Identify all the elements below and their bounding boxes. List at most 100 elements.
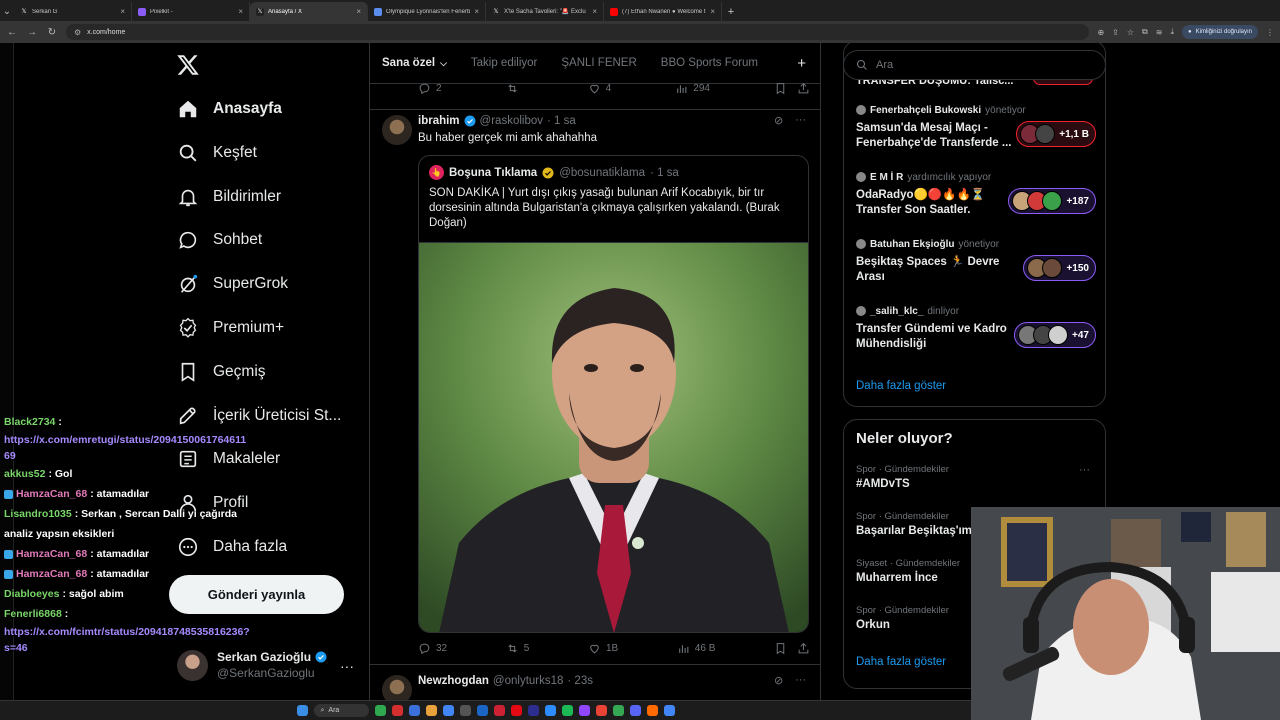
forward-icon[interactable]: → [26,27,38,38]
quote-photo[interactable] [419,242,808,632]
site-info-icon[interactable]: ⚙ [74,28,81,37]
bookmark-icon[interactable] [774,82,787,95]
chat-link[interactable]: https://x.com/emretugi/status/2094150061… [4,432,250,464]
close-tab-icon[interactable]: × [592,7,597,16]
back-icon[interactable]: ← [6,27,18,38]
close-tab-icon[interactable]: × [356,7,361,16]
close-tab-icon[interactable]: × [474,7,479,16]
app-icon[interactable] [612,705,624,716]
more-icon[interactable]: ··· [1079,464,1090,476]
bookmark-icon[interactable] [774,642,787,655]
space-card[interactable]: Fenerbahçeli Bukowski yönetiyor Samsun'da … [856,103,1096,163]
chat-link[interactable]: https://x.com/fcimtr/status/209418748535… [4,624,250,656]
taskbar-search[interactable]: ⌕ Ara [313,704,369,717]
tweet-author-name[interactable]: Newzhogdan [418,675,489,687]
grok-icon[interactable]: ⊘ [774,114,783,127]
nav-item-grok[interactable]: SuperGrok [170,264,370,304]
nav-item-home[interactable]: Anasayfa [170,89,370,129]
media-icon[interactable]: ≋ [1156,28,1163,37]
app-icon[interactable] [425,705,437,716]
start-icon[interactable] [296,705,308,716]
more-icon[interactable]: ··· [340,658,354,674]
space-card[interactable]: Batuhan Ekşioğlu yönetiyor Beşiktaş Spaces… [856,237,1096,297]
nav-item-bell[interactable]: Bildirimler [170,177,370,217]
tweet-time[interactable]: · 1 sa [547,115,576,127]
grok-icon[interactable]: ⊘ [774,674,783,687]
app-icon[interactable] [408,705,420,716]
repost-button[interactable] [506,82,524,95]
nav-item-chat[interactable]: Sohbet [170,220,370,260]
browser-tab[interactable]: 𝕏 X'te Sacha Tavolieri: "🚨 Exclu × [486,2,604,21]
app-icon[interactable] [578,705,590,716]
nav-item-premium[interactable]: Premium+ [170,308,370,348]
tab-sanli-fener[interactable]: ŞANLI FENER [561,57,636,69]
x-logo-icon[interactable] [176,53,200,77]
trend-item[interactable]: Spor · Gündemdekiler #AMDvTS ··· [856,464,1096,504]
quoted-tweet[interactable]: 👆 Boşuna Tıklama @bosunatiklama · 1 sa S… [418,155,809,633]
discord-icon[interactable] [629,705,641,716]
app-icon[interactable] [459,705,471,716]
space-card[interactable]: _salih_klc_ dinliyor Transfer Gündemi ve K… [856,304,1096,364]
tweet-author-handle[interactable]: @raskolibov [480,115,543,127]
more-icon[interactable]: ··· [795,114,806,127]
app-icon[interactable] [374,705,386,716]
app-icon[interactable] [476,705,488,716]
add-tab-icon[interactable]: + [797,55,806,72]
like-button[interactable]: 4 [588,82,611,95]
trends-show-more-link[interactable]: Daha fazla göster [856,656,946,668]
app-icon[interactable] [493,705,505,716]
listeners-pill[interactable]: +1,1 B [1016,121,1096,147]
share-icon[interactable] [797,82,810,95]
app-icon[interactable] [391,705,403,716]
tweet-author-avatar[interactable] [382,115,412,145]
extensions-icon[interactable]: ⧉ [1142,27,1148,37]
tweet-author-name[interactable]: ibrahim [418,115,460,127]
zoom-app-icon[interactable] [544,705,556,716]
tab-for-you[interactable]: Sana özel ⌵ [382,57,447,69]
download-icon[interactable]: ⤓ [1170,27,1174,37]
menu-icon[interactable]: ⋮ [1266,28,1274,37]
search-box[interactable]: Ara [843,50,1106,80]
new-tab-icon[interactable]: + [722,2,740,21]
close-tab-icon[interactable]: × [238,7,243,16]
chrome-icon[interactable] [442,705,454,716]
app-icon[interactable] [663,705,675,716]
nav-item-bookmark[interactable]: Geçmiş [170,352,370,392]
reload-icon[interactable]: ↻ [46,27,58,38]
nav-item-search[interactable]: Keşfet [170,133,370,173]
browser-tab[interactable]: Pixelkit - × [132,2,250,21]
zoom-icon[interactable]: ⊕ [1097,28,1104,37]
tab-bbo-sports-forum[interactable]: BBO Sports Forum [661,57,758,69]
tab-search-icon[interactable]: ⌄ [0,2,14,21]
browser-tab[interactable]: 𝕏 Anasayfa / X × [250,2,368,21]
listeners-pill[interactable]: +187 [1008,188,1096,214]
close-tab-icon[interactable]: × [120,7,125,16]
app-icon[interactable] [527,705,539,716]
address-bar[interactable]: ⚙ x.com/home [66,24,1090,40]
like-button[interactable]: 1B [588,642,618,655]
spaces-show-more-link[interactable]: Daha fazla göster [856,380,946,392]
verify-identity-button[interactable]: ● Kimliğinizi doğrulayın [1182,25,1258,39]
more-icon[interactable]: ··· [795,674,806,687]
space-card[interactable]: E M İ Ryardımcılık yapıyor OdaRadyo🟡🔴🔥🔥⏳ … [856,170,1096,230]
app-icon[interactable] [595,705,607,716]
app-icon[interactable] [646,705,658,716]
reply-button[interactable]: 32 [418,642,447,655]
reply-button[interactable]: 2 [418,82,442,95]
share-icon[interactable] [797,642,810,655]
close-tab-icon[interactable]: × [710,7,715,16]
tweet-time[interactable]: · 23s [567,675,593,687]
tab-following[interactable]: Takip ediliyor [471,57,537,69]
browser-tab[interactable]: 𝕏 Serkan G × [14,2,132,21]
listeners-pill[interactable]: +150 [1023,255,1096,281]
tweet-author-handle[interactable]: @onlyturks18 [493,675,563,687]
views-button[interactable]: 46 B [677,642,715,655]
star-icon[interactable]: ☆ [1127,28,1134,37]
repost-button[interactable]: 5 [506,642,529,655]
listeners-pill[interactable]: +47 [1014,322,1096,348]
app-icon[interactable] [561,705,573,716]
browser-tab[interactable]: Olympique Lyonnais'ten Fenerb × [368,2,486,21]
netflix-icon[interactable] [510,705,522,716]
browser-tab[interactable]: (7) Ethan Nwaneri ● Welcome t × [604,2,722,21]
share-icon[interactable]: ⇪ [1112,28,1119,37]
